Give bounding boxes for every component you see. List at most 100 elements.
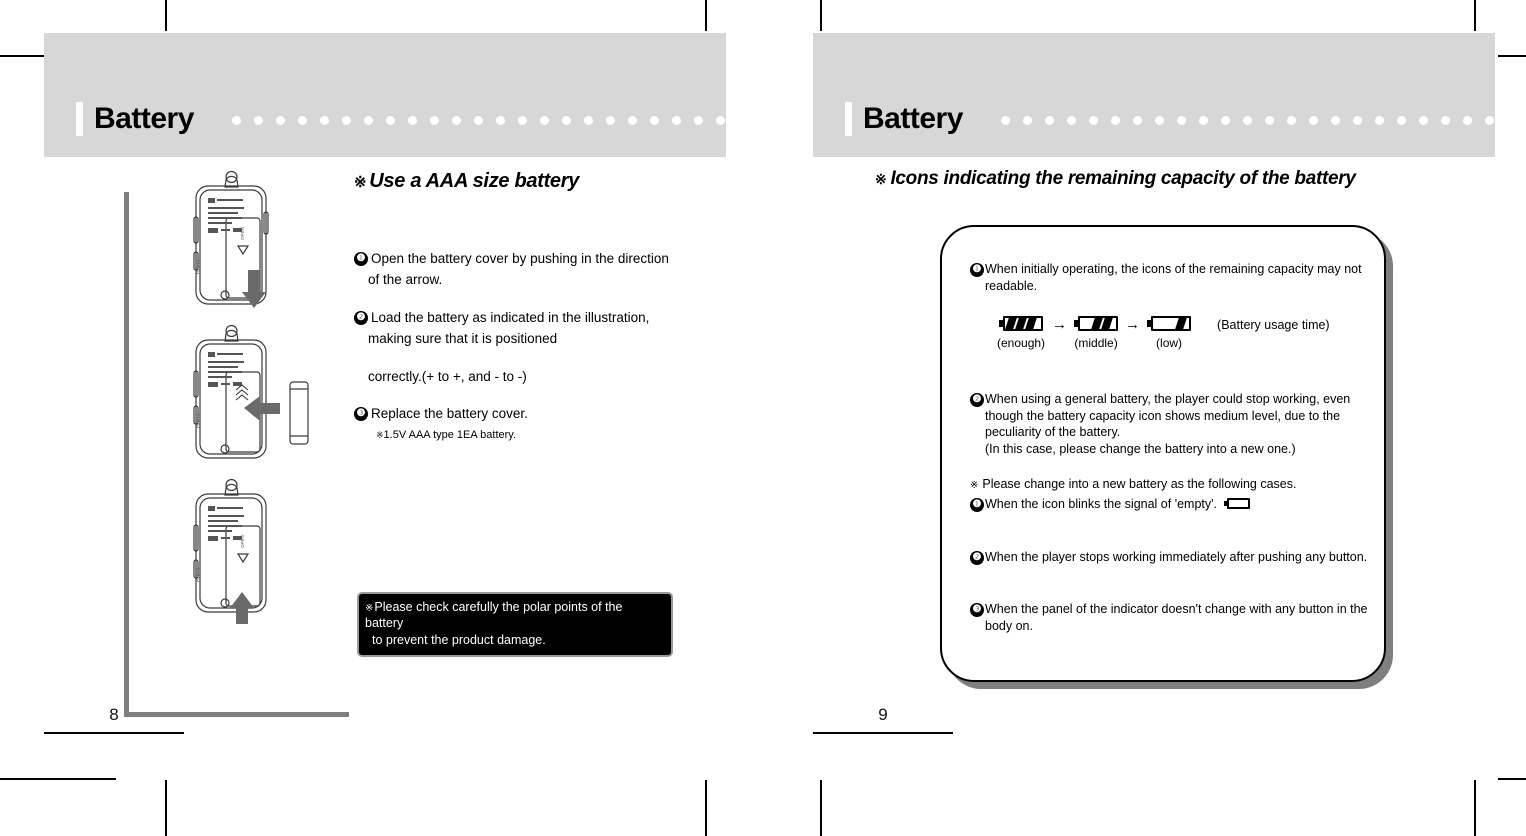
step-text-1-line2: of the arrow. xyxy=(368,271,443,287)
header-dot xyxy=(1023,116,1032,125)
header-dot xyxy=(452,116,461,125)
battery-state-enough: (enough) xyxy=(997,316,1045,349)
page-title: Battery xyxy=(94,102,194,135)
info-item-2-line2: though the battery capacity icon shows m… xyxy=(985,408,1341,423)
info-item-2-line4: (In this case, please change the battery… xyxy=(985,441,1296,456)
header-dot xyxy=(342,116,351,125)
header-dot xyxy=(1001,116,1010,125)
header-dot xyxy=(584,116,593,125)
header-dot xyxy=(276,116,285,125)
battery-body xyxy=(1226,498,1250,509)
svg-text:HOLD: HOLD xyxy=(196,260,202,274)
header-dot xyxy=(606,116,615,125)
header-dot xyxy=(254,116,263,125)
header-dot xyxy=(408,116,417,125)
header-dot xyxy=(1133,116,1142,125)
header-dot xyxy=(232,116,241,125)
step-text-1-line1: Open the battery cover by pushing in the… xyxy=(371,251,669,266)
battery-low-label: (low) xyxy=(1156,336,1183,350)
svg-text:HOLD: HOLD xyxy=(196,414,202,428)
illustration-insert-battery: HOLD xyxy=(164,316,309,466)
info-item-2-line3: peculiarity of the battery. xyxy=(985,425,1121,439)
header-dot xyxy=(386,116,395,125)
battery-fill xyxy=(1005,318,1037,329)
header-dot xyxy=(1485,116,1494,125)
step-item-1: ❶ Open the battery cover by pushing in t… xyxy=(354,251,684,268)
page-title: Battery xyxy=(863,102,963,135)
header-dot xyxy=(430,116,439,125)
left-page-text-column: ※ Use a AAA size battery ❶ Open the batte… xyxy=(354,170,684,441)
case-3-line2: body on. xyxy=(985,618,1033,633)
case-text-2: When the player stops working immediatel… xyxy=(985,549,1368,564)
header-accent-bar xyxy=(845,102,852,136)
header-dot xyxy=(496,116,505,125)
header-dot xyxy=(694,116,703,125)
battery-state-middle: (middle) xyxy=(1074,316,1119,349)
arrow-right-icon-1: → xyxy=(1052,316,1068,333)
battery-empty-icon xyxy=(1223,498,1250,509)
step-number-3: ❸ xyxy=(354,407,368,422)
warning-line-2: to prevent the product damage. xyxy=(372,632,546,647)
player-back-replace-cover-icon: OPEN HOLD xyxy=(193,478,267,624)
info-item-2-line1: When using a general battery, the player… xyxy=(985,392,1351,406)
right-page-header: Battery xyxy=(845,99,963,139)
cropmark-bottom-right-horizontal xyxy=(1498,778,1526,780)
step-number-2: ❷ xyxy=(354,310,368,325)
reference-mark-icon: ※ xyxy=(970,480,979,491)
info-item-number-2: ❷ xyxy=(970,393,984,407)
info-item-text-2: When using a general battery, the player… xyxy=(985,391,1350,457)
reference-mark-icon: ※ xyxy=(376,430,384,441)
battery-usage-time-label: (Battery usage time) xyxy=(1217,318,1330,332)
header-dot xyxy=(1309,116,1318,125)
header-dot-row xyxy=(232,116,769,125)
left-page-header: Battery xyxy=(76,99,194,139)
info-item-1-line1: When initially operating, the icons of t… xyxy=(985,262,1362,276)
arrow-right-icon-2: → xyxy=(1125,316,1141,333)
header-dot xyxy=(1419,116,1428,125)
step-text-2-line3: correctly.(+ to +, and - to -) xyxy=(368,368,527,384)
header-dot xyxy=(1243,116,1252,125)
page-number-rule xyxy=(44,732,184,734)
header-dot xyxy=(1067,116,1076,125)
header-dot xyxy=(628,116,637,125)
illustration-replace-cover: OPEN HOLD xyxy=(164,470,304,624)
case-3-line1: When the panel of the indicator doesn't … xyxy=(985,602,1368,616)
left-page: Battery OPEN HOLD HOLD OPEN HOLD ※ Use a… xyxy=(44,0,769,836)
case-number-1: ❶ xyxy=(970,498,984,512)
header-dot xyxy=(364,116,373,125)
header-dot xyxy=(1353,116,1362,125)
reference-mark-icon: ※ xyxy=(354,174,367,191)
header-dot xyxy=(562,116,571,125)
illustration-column: OPEN HOLD HOLD OPEN HOLD xyxy=(164,162,344,624)
header-dot xyxy=(298,116,307,125)
case-1-text: When the icon blinks the signal of 'empt… xyxy=(985,497,1217,511)
battery-state-low: (low) xyxy=(1147,316,1192,350)
case-item-1: ❶ When the icon blinks the signal of 'em… xyxy=(970,496,1370,513)
info-item-1: ❶ When initially operating, the icons of… xyxy=(970,261,1370,294)
warning-line-1: Please check carefully the polar points … xyxy=(365,600,623,631)
header-dot xyxy=(1397,116,1406,125)
info-box-content: ❶ When initially operating, the icons of… xyxy=(970,261,1370,634)
battery-spec-note-text: 1.5V AAA type 1EA battery. xyxy=(383,429,517,442)
header-dot xyxy=(1155,116,1164,125)
header-dot xyxy=(1045,116,1054,125)
svg-text:OPEN: OPEN xyxy=(240,535,245,548)
right-page-number-block: 9 xyxy=(813,706,953,734)
header-dot xyxy=(474,116,483,125)
change-battery-note-text: Please change into a new battery as the … xyxy=(982,477,1297,491)
header-dot xyxy=(1089,116,1098,125)
case-text-3: When the panel of the indicator doesn't … xyxy=(985,601,1368,634)
cropmark-top-right-horizontal xyxy=(1498,55,1526,57)
header-dot xyxy=(1265,116,1274,125)
battery-fill xyxy=(1091,318,1113,329)
right-page-header-band: Battery xyxy=(813,33,1516,157)
header-dot xyxy=(1441,116,1450,125)
section-heading: ※ Icons indicating the remaining capacity… xyxy=(875,168,1356,190)
header-dot xyxy=(1331,116,1340,125)
header-dot xyxy=(1221,116,1230,125)
right-page: Battery ※ Icons indicating the remaining … xyxy=(813,0,1516,836)
info-item-1-line2: readable. xyxy=(985,278,1038,293)
case-number-2: ❷ xyxy=(970,550,984,565)
battery-middle-icon xyxy=(1074,316,1119,331)
